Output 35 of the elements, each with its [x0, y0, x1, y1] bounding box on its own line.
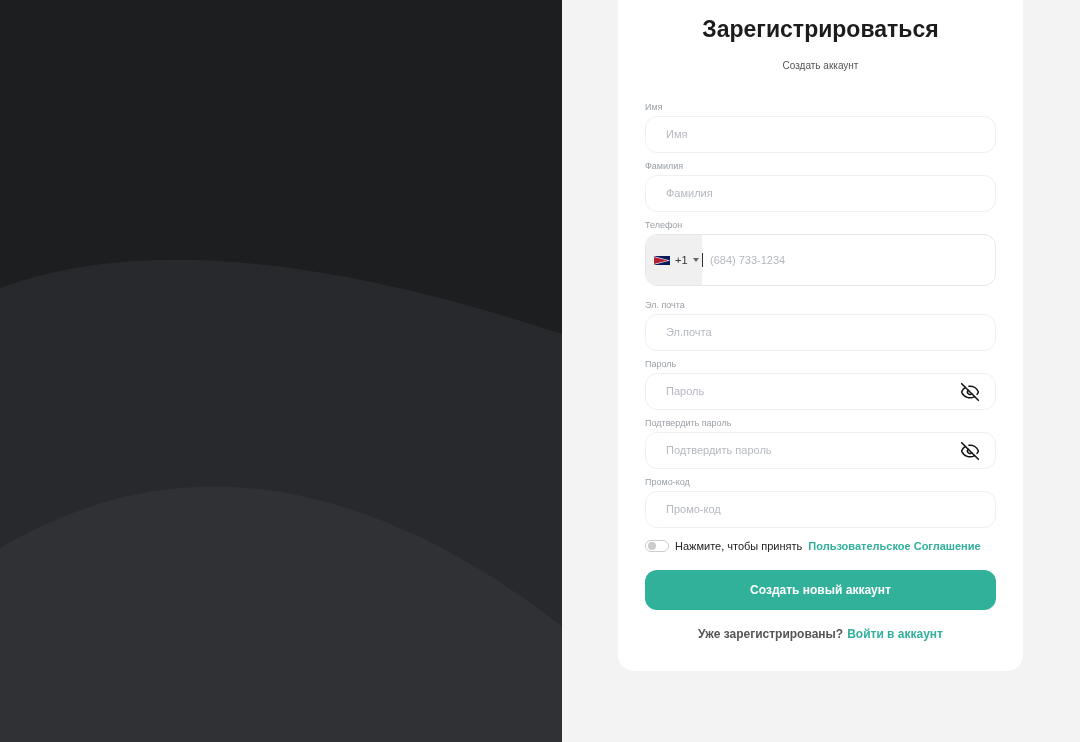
text-field[interactable]: Промо-код	[645, 491, 996, 528]
country-selector[interactable]: +1	[646, 235, 702, 285]
text-field[interactable]: Фамилия	[645, 175, 996, 212]
field-label: Фамилия	[645, 160, 685, 172]
input[interactable]: Эл.почта	[666, 324, 980, 341]
field-label: Пароль	[645, 358, 678, 370]
password-field[interactable]: Подтвердить пароль	[645, 432, 996, 469]
input[interactable]: Пароль	[666, 383, 960, 400]
login-link[interactable]: Войти в аккаунт	[847, 624, 943, 643]
eye-off-icon[interactable]	[960, 440, 980, 461]
input[interactable]: Подтвердить пароль	[666, 442, 960, 459]
password-field[interactable]: Пароль	[645, 373, 996, 410]
field-label: Телефон	[645, 219, 684, 231]
field-label: Имя	[645, 101, 664, 113]
text-field[interactable]: Имя	[645, 116, 996, 153]
input[interactable]: Фамилия	[666, 185, 980, 202]
flag-icon	[653, 255, 670, 265]
input[interactable]: Имя	[666, 126, 980, 143]
input[interactable]: Промо-код	[666, 501, 980, 518]
agreement-link[interactable]: Пользовательское Соглашение	[808, 538, 981, 555]
field-label: Подтвердить пароль	[645, 417, 733, 429]
field-label: Промо-код	[645, 476, 691, 488]
text-field[interactable]: Эл.почта	[645, 314, 996, 351]
subtitle: Создать аккаунт	[781, 59, 860, 73]
page-title: Зарегистрироваться	[701, 15, 940, 44]
phone-field[interactable]: +1 (684) 733-1234	[645, 234, 996, 286]
agreement-toggle[interactable]	[645, 540, 669, 553]
field-label: Эл. почта	[645, 299, 686, 311]
caret-icon	[692, 258, 699, 262]
footer-text: Уже зарегистрированы?	[698, 625, 844, 643]
create-account-button[interactable]: Создать новый аккаунт	[645, 569, 996, 610]
eye-off-icon[interactable]	[960, 381, 980, 402]
phone-input[interactable]: (684) 733-1234	[702, 253, 995, 267]
country-code: +1	[675, 252, 688, 268]
agreement-text: Нажмите, чтобы принять	[675, 539, 803, 554]
